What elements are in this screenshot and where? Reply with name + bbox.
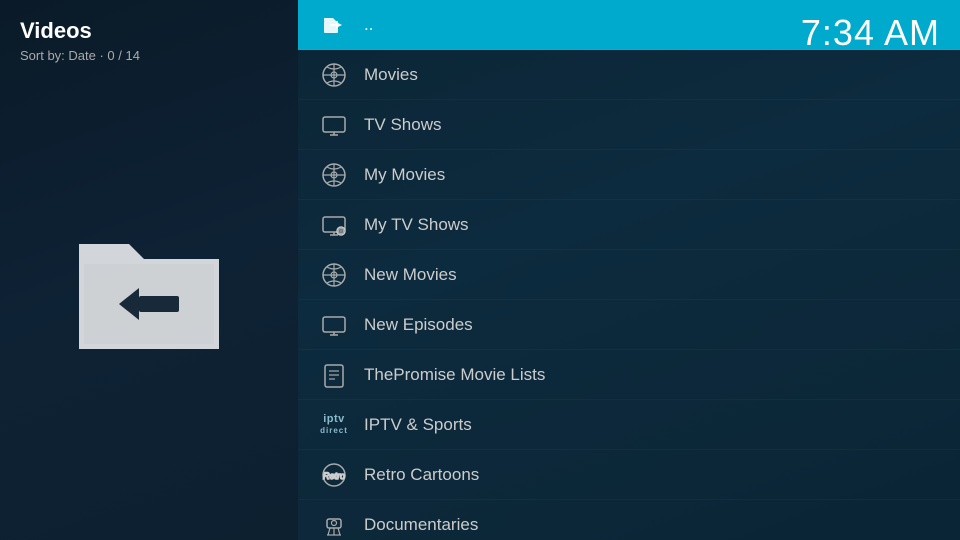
- menu-label-movies: Movies: [364, 65, 418, 85]
- sort-info: Sort by: Date · 0 / 14: [20, 48, 140, 63]
- menu-label-my-tv-shows: My TV Shows: [364, 215, 469, 235]
- menu-item-thepromise[interactable]: ThePromise Movie Lists: [298, 350, 960, 400]
- folder-icon-wrapper: [20, 103, 278, 520]
- svg-text:Retro: Retro: [323, 471, 345, 481]
- iptv-text: iptvdirect: [320, 414, 348, 436]
- menu-label-documentaries: Documentaries: [364, 515, 478, 535]
- menu-item-documentaries[interactable]: Documentaries: [298, 500, 960, 540]
- my-movies-icon: [318, 159, 350, 191]
- menu-item-my-movies[interactable]: My Movies: [298, 150, 960, 200]
- time-display: 7:34 AM: [801, 12, 940, 54]
- new-episodes-icon: [318, 309, 350, 341]
- menu-item-tv-shows[interactable]: TV Shows: [298, 100, 960, 150]
- documentaries-icon: [318, 509, 350, 540]
- thepromise-icon: [318, 359, 350, 391]
- tv-shows-icon: [318, 109, 350, 141]
- my-tv-shows-icon: [318, 209, 350, 241]
- iptv-icon: iptvdirect: [318, 409, 350, 441]
- menu-label-thepromise: ThePromise Movie Lists: [364, 365, 545, 385]
- menu-label-back: ..: [364, 15, 373, 35]
- back-icon: [318, 9, 350, 41]
- folder-back-icon: [69, 209, 229, 374]
- menu-label-my-movies: My Movies: [364, 165, 445, 185]
- retro-icon: Retro: [318, 459, 350, 491]
- menu-list: .. Movies: [298, 0, 960, 540]
- left-panel: Videos Sort by: Date · 0 / 14: [0, 0, 298, 540]
- menu-label-retro: Retro Cartoons: [364, 465, 479, 485]
- movies-icon: [318, 59, 350, 91]
- menu-label-tv-shows: TV Shows: [364, 115, 441, 135]
- new-movies-icon: [318, 259, 350, 291]
- menu-item-movies[interactable]: Movies: [298, 50, 960, 100]
- menu-label-iptv: IPTV & Sports: [364, 415, 472, 435]
- page-title: Videos: [20, 18, 92, 44]
- menu-label-new-movies: New Movies: [364, 265, 457, 285]
- menu-item-my-tv-shows[interactable]: My TV Shows: [298, 200, 960, 250]
- menu-item-retro[interactable]: Retro Retro Cartoons: [298, 450, 960, 500]
- menu-label-new-episodes: New Episodes: [364, 315, 473, 335]
- menu-item-new-episodes[interactable]: New Episodes: [298, 300, 960, 350]
- menu-item-new-movies[interactable]: New Movies: [298, 250, 960, 300]
- right-panel: 7:34 AM ..: [298, 0, 960, 540]
- menu-item-iptv[interactable]: iptvdirect IPTV & Sports: [298, 400, 960, 450]
